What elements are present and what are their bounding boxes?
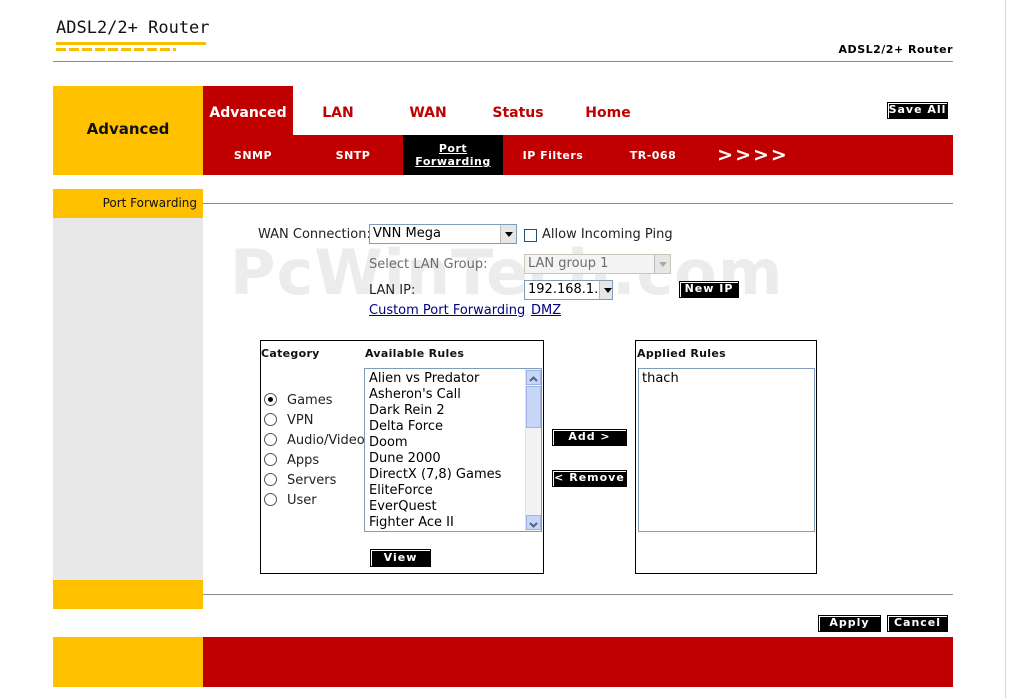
subtab-sntp[interactable]: SNTP	[303, 135, 403, 175]
category-label-games: Games	[287, 393, 333, 408]
list-item[interactable]: Fighter Ace II	[369, 515, 454, 530]
remove-button[interactable]: < Remove	[552, 470, 627, 487]
subtab-port-forwarding[interactable]: Port Forwarding	[403, 135, 503, 175]
nav-section-label: Advanced	[86, 120, 170, 138]
tab-lan[interactable]: LAN	[293, 86, 383, 135]
section-sidebar-footer	[53, 580, 203, 609]
allow-ping-label: Allow Incoming Ping	[542, 227, 673, 242]
list-item[interactable]: DirectX (7,8) Games	[369, 467, 501, 482]
tab-advanced[interactable]: Advanced	[203, 86, 293, 135]
footer-bar	[203, 637, 953, 687]
category-label-user: User	[287, 493, 317, 508]
allow-ping-checkbox[interactable]	[524, 229, 537, 242]
list-item[interactable]: EverQuest	[369, 499, 437, 514]
wan-connection-label: WAN Connection:	[258, 227, 371, 242]
subtab-tr068[interactable]: TR-068	[603, 135, 703, 175]
lan-ip-label: LAN IP:	[369, 283, 416, 298]
chevron-down-icon	[500, 225, 516, 243]
list-item[interactable]: Delta Force	[369, 419, 443, 434]
available-rules-title: Available Rules	[365, 347, 465, 360]
custom-port-forwarding-link[interactable]: Custom Port Forwarding	[369, 303, 525, 318]
tab-home[interactable]: Home	[563, 86, 653, 135]
list-item[interactable]: EliteForce	[369, 483, 433, 498]
category-label-servers: Servers	[287, 473, 337, 488]
logo-text: ADSL2/2+ Router	[56, 18, 210, 38]
section-divider	[203, 203, 953, 204]
list-item[interactable]: Dune 2000	[369, 451, 441, 466]
available-rules-scrollbar[interactable]	[525, 369, 541, 531]
section-sidebar	[53, 218, 203, 580]
view-button[interactable]: View	[370, 549, 431, 567]
subtab-ip-filters[interactable]: IP Filters	[503, 135, 603, 175]
lan-group-value: LAN group 1	[528, 256, 609, 271]
watermark: PcWinTech.com	[230, 236, 784, 309]
wan-connection-select[interactable]: VNN Mega	[369, 224, 517, 244]
header-product-name: ADSL2/2+ Router	[838, 43, 953, 56]
subtab-port-forwarding-line1: Port	[438, 142, 468, 155]
section-label: Port Forwarding	[102, 196, 197, 210]
lan-group-label: Select LAN Group:	[369, 257, 488, 272]
header-divider	[53, 61, 953, 62]
category-radio-servers[interactable]	[264, 473, 277, 486]
category-radio-games[interactable]	[264, 393, 277, 406]
scroll-down-icon[interactable]	[526, 515, 541, 530]
chevron-down-icon	[654, 255, 670, 273]
wan-connection-value: VNN Mega	[373, 226, 441, 241]
lan-ip-value: 192.168.1.2	[528, 282, 607, 297]
cancel-button[interactable]: Cancel	[887, 615, 948, 632]
category-radio-apps[interactable]	[264, 453, 277, 466]
list-item[interactable]: Asheron's Call	[369, 387, 461, 402]
tab-status[interactable]: Status	[473, 86, 563, 135]
category-radio-vpn[interactable]	[264, 413, 277, 426]
subtab-port-forwarding-line2: Forwarding	[415, 155, 491, 168]
chevron-down-icon	[599, 281, 612, 299]
page-scrollbar[interactable]	[1005, 0, 1022, 698]
section-bottom-divider	[203, 594, 953, 595]
add-button[interactable]: Add >	[552, 429, 627, 446]
category-label-apps: Apps	[287, 453, 320, 468]
list-item[interactable]: Dark Rein 2	[369, 403, 445, 418]
category-label-vpn: VPN	[287, 413, 314, 428]
list-item[interactable]: Alien vs Predator	[369, 371, 479, 386]
dmz-link[interactable]: DMZ	[531, 303, 561, 318]
list-item[interactable]: thach	[642, 371, 679, 386]
applied-rules-title: Applied Rules	[637, 347, 726, 360]
new-ip-button[interactable]: New IP	[679, 281, 739, 298]
scroll-up-icon[interactable]	[526, 370, 541, 385]
footer-left-panel	[53, 637, 203, 687]
category-title: Category	[261, 347, 320, 360]
scroll-thumb[interactable]	[526, 386, 541, 428]
save-all-button[interactable]: Save All	[887, 102, 948, 119]
tab-wan[interactable]: WAN	[383, 86, 473, 135]
subtab-snmp[interactable]: SNMP	[203, 135, 303, 175]
category-radio-user[interactable]	[264, 493, 277, 506]
available-rules-list[interactable]: Alien vs Predator Asheron's Call Dark Re…	[364, 368, 542, 532]
more-tabs-button[interactable]: >>>>	[703, 135, 803, 175]
lan-group-select[interactable]: LAN group 1	[524, 254, 671, 274]
apply-button[interactable]: Apply	[818, 615, 881, 632]
applied-rules-list[interactable]: thach	[638, 368, 815, 532]
logo-stripes	[56, 40, 206, 54]
category-label-audio-video: Audio/Video	[287, 433, 365, 448]
category-radio-audio-video[interactable]	[264, 433, 277, 446]
list-item[interactable]: Doom	[369, 435, 408, 450]
lan-ip-select[interactable]: 192.168.1.2	[524, 280, 613, 300]
